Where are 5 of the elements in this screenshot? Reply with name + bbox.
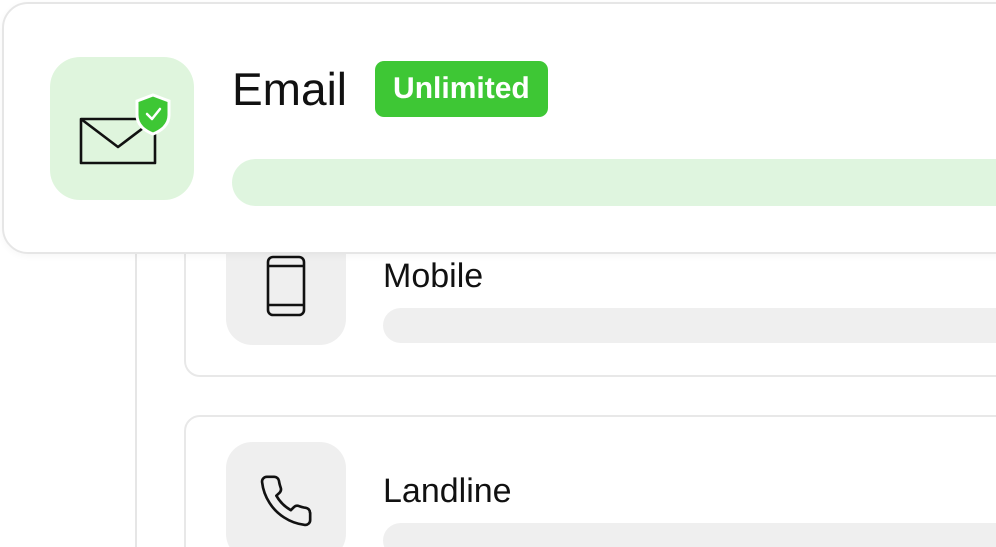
channel-title: Landline [383, 473, 513, 509]
plan-badge: Unlimited [375, 60, 548, 116]
phone-icon [264, 254, 308, 318]
channel-title: Mobile [383, 258, 484, 294]
card-title: Email [232, 62, 348, 116]
